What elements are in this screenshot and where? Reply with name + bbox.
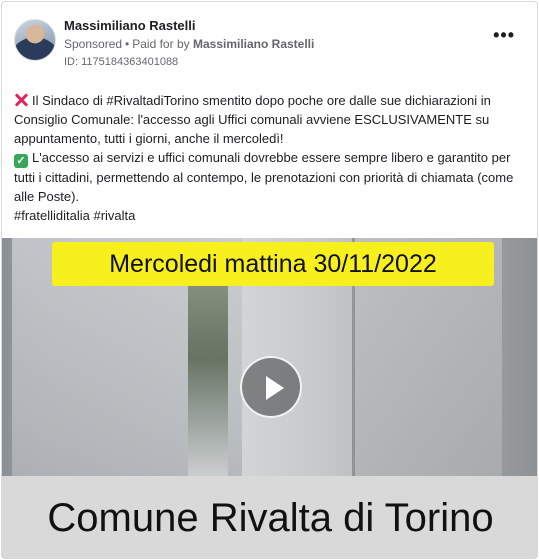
post-paragraph-1: Il Sindaco di #RivaltadiTorino smentito … bbox=[14, 91, 526, 148]
post-text-line1: Il Sindaco di #RivaltadiTorino smentito … bbox=[14, 93, 491, 146]
play-button[interactable] bbox=[240, 356, 302, 418]
video-player[interactable]: Mercoledi mattina 30/11/2022 Comune Riva… bbox=[2, 238, 537, 558]
more-options-icon[interactable]: ••• bbox=[493, 26, 515, 44]
sponsored-line: Sponsored • Paid for by Massimiliano Raste… bbox=[64, 37, 314, 51]
video-frame-door bbox=[188, 278, 228, 478]
cross-mark-icon bbox=[14, 93, 28, 107]
play-icon bbox=[266, 376, 284, 400]
paid-for-by: Massimiliano Rastelli bbox=[192, 37, 315, 51]
video-top-caption: Mercoledi mattina 30/11/2022 bbox=[52, 242, 494, 286]
post-paragraph-2: ✓ L'accesso ai servizi e uffici comunali … bbox=[14, 148, 526, 206]
post-text: Il Sindaco di #RivaltadiTorino smentito … bbox=[14, 91, 526, 225]
separator-dot: • bbox=[125, 37, 130, 51]
ad-card: Massimiliano Rastelli Sponsored • Paid for… bbox=[1, 1, 538, 559]
sponsored-label: Sponsored bbox=[64, 37, 123, 51]
paid-for-prefix: Paid for by bbox=[132, 37, 190, 51]
avatar[interactable] bbox=[14, 19, 56, 61]
author-name[interactable]: Massimiliano Rastelli bbox=[64, 18, 196, 33]
check-mark-icon: ✓ bbox=[14, 154, 28, 168]
video-bottom-caption: Comune Rivalta di Torino bbox=[2, 476, 537, 558]
ad-id: ID: 1175184363401088 bbox=[64, 56, 179, 68]
post-text-line2: L'accesso ai servizi e uffici comunali d… bbox=[14, 150, 514, 204]
hashtags[interactable]: #fratelliditalia #rivalta bbox=[14, 206, 526, 225]
